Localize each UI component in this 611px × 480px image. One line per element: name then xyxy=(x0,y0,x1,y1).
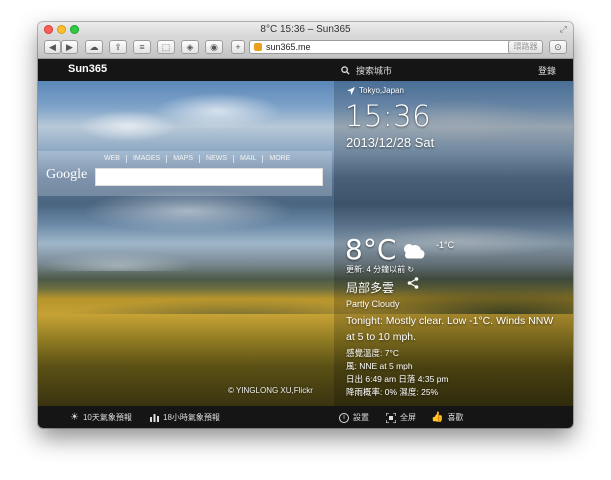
search-icon xyxy=(341,66,350,75)
google-link-mail[interactable]: MAIL xyxy=(234,155,264,163)
settings-label: 設置 xyxy=(353,413,369,422)
feels-like: 感覺溫度: 7°C xyxy=(346,348,399,358)
current-temperature: 8°C xyxy=(345,233,397,266)
clock-date: 2013/12/28 Sat xyxy=(346,135,435,150)
condition-english: Partly Cloudy xyxy=(346,299,400,309)
url-text: sun365.me xyxy=(266,42,311,52)
evernote-icon: ◈ xyxy=(186,41,194,52)
download-icon: ⊙ xyxy=(554,41,562,52)
web-page: Sun365 搜索城市 登錄 WEB IMAGES MAPS NEWS MAIL… xyxy=(38,59,573,428)
partly-cloudy-icon xyxy=(404,244,425,259)
extension-button-1[interactable]: ⬚ xyxy=(157,40,175,54)
share-button[interactable]: ⇪ xyxy=(109,40,127,54)
site-header: Sun365 搜索城市 登錄 xyxy=(38,59,573,81)
google-link-news[interactable]: NEWS xyxy=(200,155,235,163)
browser-window: 8°C 15:36 – Sun365 ⤢ ◀ ▶ ☁ ⇪ ≡ ⬚ ◈ ◉ + s… xyxy=(38,22,573,428)
back-arrow-icon: ◀ xyxy=(49,41,56,52)
location-name: Tokyo,Japan xyxy=(359,86,404,95)
forward-arrow-icon: ▶ xyxy=(66,41,73,52)
google-link-web[interactable]: WEB xyxy=(98,155,127,163)
clock-time: 15:36 xyxy=(345,99,432,133)
icloud-tabs-button[interactable]: ☁ xyxy=(85,40,103,54)
settings-button[interactable]: i 設置 xyxy=(339,412,369,423)
forecast-18hour-label: 18小時氣象預報 xyxy=(163,413,220,422)
forecast-10day-button[interactable]: ☀ 10天氣象預報 xyxy=(70,412,132,423)
extension-icon: ⬚ xyxy=(161,41,171,52)
cloud-icon: ☁ xyxy=(89,41,99,52)
downloads-button[interactable]: ⊙ xyxy=(549,40,567,54)
address-bar[interactable]: sun365.me ↻ xyxy=(249,40,542,54)
refresh-icon[interactable]: ↻ xyxy=(407,265,414,274)
plus-icon: + xyxy=(235,42,241,52)
title-bar: 8°C 15:36 – Sun365 ⤢ xyxy=(38,22,573,37)
extension-button-3[interactable]: ◉ xyxy=(205,40,223,54)
update-status: 更新: 4 分鐘以前 ↻ xyxy=(346,264,414,275)
site-footer-bar: ☀ 10天氣象預報 18小時氣象預報 i 設置 全屏 👍 喜歡 xyxy=(38,406,573,428)
google-link-maps[interactable]: MAPS xyxy=(167,155,201,163)
window-title: 8°C 15:36 – Sun365 xyxy=(260,24,351,35)
google-search-input[interactable] xyxy=(95,168,323,186)
reading-list-button[interactable]: ≡ xyxy=(133,40,151,54)
sun-icon: ☀ xyxy=(70,412,79,423)
search-go-button[interactable]: 環路器 xyxy=(508,40,543,54)
location[interactable]: Tokyo,Japan xyxy=(347,86,404,95)
tonight-forecast: Tonight: Mostly clear. Low -1°C. Winds N… xyxy=(346,315,554,343)
photo-credit[interactable]: © YINGLONG XU,Flickr xyxy=(228,386,313,395)
fullscreen-button[interactable]: 全屏 xyxy=(386,412,416,423)
wind-info: 風: NNE at 5 mph xyxy=(346,361,413,371)
forecast-18hour-button[interactable]: 18小時氣象預報 xyxy=(150,412,220,423)
new-tab-button[interactable]: + xyxy=(231,40,245,54)
bar-chart-icon xyxy=(150,414,159,422)
sunrise-sunset: 日出 6:49 am 日落 4:35 pm xyxy=(346,374,449,384)
like-label: 喜歡 xyxy=(447,413,464,422)
fullscreen-icon xyxy=(386,412,396,423)
city-search[interactable]: 搜索城市 xyxy=(341,64,392,77)
site-logo[interactable]: Sun365 xyxy=(68,63,107,75)
google-link-more[interactable]: MORE xyxy=(263,155,296,163)
back-button[interactable]: ◀ xyxy=(44,40,61,54)
site-favicon xyxy=(254,43,262,51)
google-link-images[interactable]: IMAGES xyxy=(127,155,168,163)
fullscreen-label: 全屏 xyxy=(400,413,416,422)
login-link[interactable]: 登錄 xyxy=(538,64,556,77)
thumbs-up-icon: 👍 xyxy=(431,412,444,423)
google-search-widget: WEB IMAGES MAPS NEWS MAIL MORE Google xyxy=(38,151,332,196)
fullscreen-arrows-icon[interactable]: ⤢ xyxy=(560,24,567,35)
layers-icon: ≡ xyxy=(139,42,145,52)
location-arrow-icon xyxy=(347,86,355,95)
share-icon: ⇪ xyxy=(114,41,122,52)
forward-button[interactable]: ▶ xyxy=(61,40,78,54)
like-button[interactable]: 👍 喜歡 xyxy=(431,412,463,423)
rain-humidity: 降雨概率: 0% 濕度: 25% xyxy=(346,387,439,397)
google-logo: Google xyxy=(46,167,88,182)
extension-button-2[interactable]: ◈ xyxy=(181,40,199,54)
browser-toolbar: ◀ ▶ ☁ ⇪ ≡ ⬚ ◈ ◉ + sun365.me ↻ 環路器 ⊙ xyxy=(38,37,573,59)
condition-chinese: 局部多雲 xyxy=(346,281,395,295)
update-text: 更新: 4 分鐘以前 xyxy=(346,265,406,274)
low-temperature: -1°C xyxy=(436,240,455,250)
google-links: WEB IMAGES MAPS NEWS MAIL MORE xyxy=(98,155,296,163)
ghostery-icon: ◉ xyxy=(210,41,218,52)
share-icon[interactable] xyxy=(407,277,419,289)
forecast-10day-label: 10天氣象預報 xyxy=(82,413,132,422)
city-search-placeholder: 搜索城市 xyxy=(356,66,393,76)
settings-icon: i xyxy=(339,412,349,423)
